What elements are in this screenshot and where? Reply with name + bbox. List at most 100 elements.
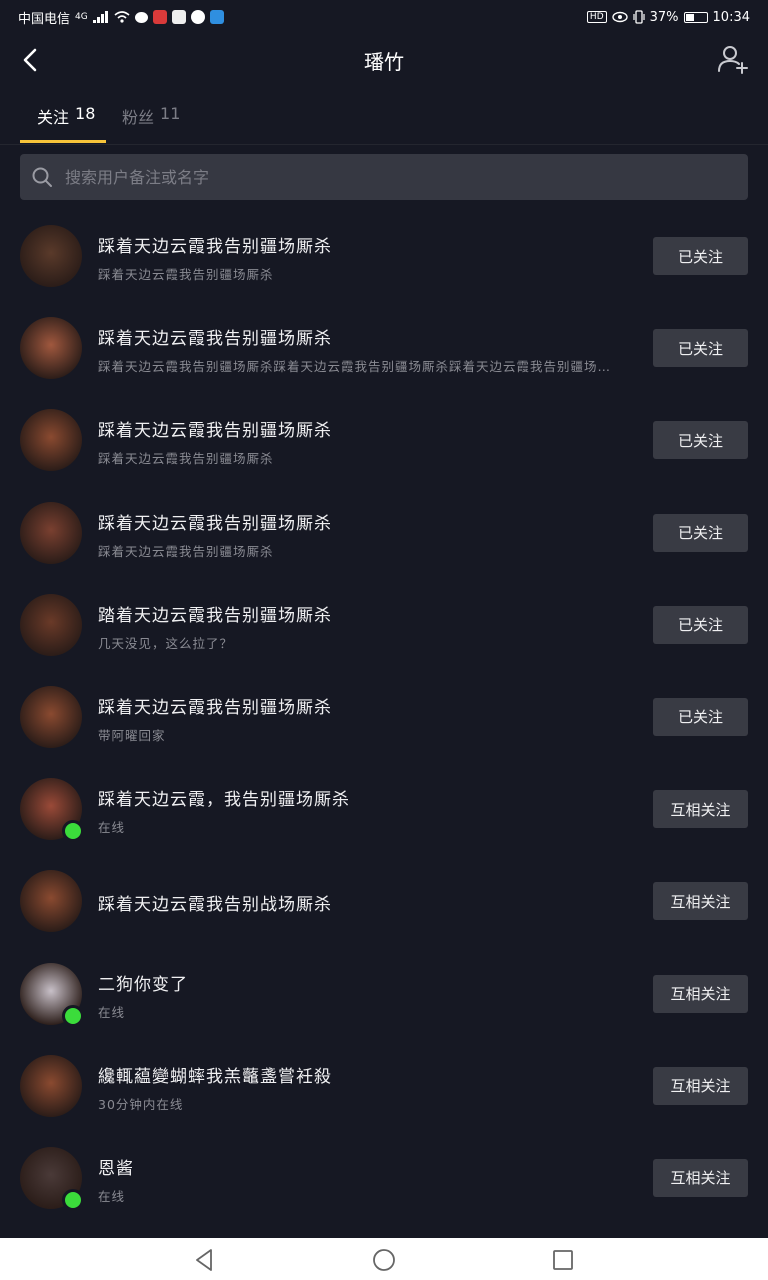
mail-icon — [171, 10, 186, 24]
online-status-dot — [62, 1004, 84, 1027]
online-status-dot — [62, 1188, 84, 1211]
avatar-image — [20, 593, 82, 656]
carrier-label: 中国电信 — [18, 11, 71, 27]
avatar[interactable] — [20, 1054, 82, 1117]
status-bar-left: 中国电信 4G — [18, 8, 224, 27]
avatar[interactable] — [20, 409, 82, 472]
follow-button[interactable]: 互相关注 — [653, 882, 748, 921]
tab-fans-label: 粉丝 — [122, 108, 155, 127]
avatar[interactable] — [20, 962, 84, 1027]
tab-bar: 关注 18 粉丝 11 — [0, 92, 768, 145]
user-name: 踩着天边云霞我告别疆场厮杀 — [98, 329, 332, 350]
avatar-image — [20, 685, 82, 748]
user-row[interactable]: 踩着天边云霞我告别疆场厮杀踩着天边云霞我告别疆场厮杀踩着天边云霞我告别疆场厮杀踩… — [0, 302, 768, 394]
user-row[interactable]: 恩酱在线 互相关注 — [0, 1132, 768, 1224]
signal-icon — [92, 11, 108, 23]
clock: 10:34 — [712, 9, 750, 25]
avatar-image — [20, 317, 82, 380]
user-subtitle: 踩着天边云霞我告别疆场厮杀 — [98, 267, 274, 282]
user-name: 踏着天边云霞我告别疆场厮杀 — [98, 605, 332, 626]
tab-following-label: 关注 — [37, 108, 70, 127]
network-label: 4G — [75, 12, 88, 22]
user-row[interactable]: 踩着天边云霞我告别疆场厮杀 踩着天边云霞我告别疆场厮杀 已关注 — [0, 487, 768, 579]
tab-following-count: 18 — [75, 104, 96, 123]
user-row[interactable]: 踩着天边云霞我告别战场厮杀 互相关注 — [0, 855, 768, 947]
user-name: 纔輒藴變蝴蟀我羔虌盞嘗衽殺 — [98, 1066, 332, 1087]
follow-button[interactable]: 已关注 — [653, 237, 748, 275]
follow-button[interactable]: 互相关注 — [653, 790, 748, 829]
avatar-image — [20, 870, 82, 933]
user-subtitle: 踩着天边云霞我告别疆场厮杀 — [98, 543, 274, 559]
user-subtitle: 在线 — [98, 820, 126, 836]
user-name: 踩着天边云霞我告别战场厮杀 — [98, 895, 332, 916]
avatar-image — [20, 1054, 82, 1117]
tab-following[interactable]: 关注 18 — [37, 104, 95, 128]
chevron-left-icon[interactable] — [16, 44, 48, 76]
search-bar[interactable] — [20, 154, 748, 200]
follow-button[interactable]: 已关注 — [653, 605, 748, 644]
follow-button[interactable]: 已关注 — [653, 329, 748, 368]
user-name: 二狗你变了 — [98, 974, 188, 995]
user-name: 踩着天边云霞，我告别疆场厮杀 — [98, 790, 350, 811]
user-subtitle: 踩着天边云霞我告别疆场厮杀 — [98, 451, 274, 467]
system-nav-bar — [0, 1238, 768, 1280]
search-input[interactable] — [63, 166, 748, 188]
user-list: 踩着天边云霞我告别疆场厮杀 踩着天边云霞我告别疆场厮杀 已关注 踩着天边云霞我告别疆场… — [0, 210, 768, 1224]
follow-button[interactable]: 互相关注 — [653, 1158, 748, 1197]
user-subtitle: 30分钟内在线 — [98, 1096, 184, 1112]
user-subtitle: 几天没见，这么拉了？ — [98, 635, 234, 651]
square-recent-icon[interactable] — [549, 1246, 577, 1274]
user-name: 踩着天边云霞我告别疆场厮杀 — [98, 421, 332, 442]
follow-button[interactable]: 互相关注 — [653, 1066, 748, 1105]
avatar[interactable] — [20, 501, 82, 564]
triangle-back-icon[interactable] — [190, 1246, 218, 1274]
avatar[interactable] — [20, 1146, 84, 1211]
avatar[interactable] — [20, 685, 82, 748]
following-list-screen: 中国电信 4G HD 37% 10:34 璠竹 关注 18 粉丝 11 搜索用户… — [0, 0, 768, 1280]
user-row[interactable]: 踩着天边云霞，我告别疆场厮杀在线 互相关注 — [0, 763, 768, 855]
avatar-image — [20, 501, 82, 564]
app-icon-circle — [190, 10, 205, 24]
tab-active-indicator — [20, 140, 106, 143]
user-row[interactable]: 踏着天边云霞我告别疆场厮杀几天没见，这么拉了？ 已关注 — [0, 579, 768, 671]
user-name: 踩着天边云霞我告别疆场厮杀 — [98, 237, 332, 257]
follow-button[interactable]: 互相关注 — [653, 974, 748, 1013]
user-row[interactable]: 纔輒藴變蝴蟀我羔虌盞嘗衽殺 30分钟内在线 互相关注 — [0, 1040, 768, 1132]
status-bar-right: HD 37% 10:34 — [586, 9, 750, 25]
avatar[interactable] — [20, 778, 84, 843]
user-subtitle: 在线 — [98, 1004, 126, 1020]
follow-button[interactable]: 已关注 — [653, 513, 748, 552]
vibrate-icon — [633, 10, 645, 24]
user-name: 踩着天边云霞我告别疆场厮杀 — [98, 513, 332, 534]
avatar[interactable] — [20, 593, 82, 656]
tab-fans[interactable]: 粉丝 11 — [122, 104, 180, 128]
hd-icon: HD — [586, 11, 607, 23]
user-row[interactable]: 踩着天边云霞我告别疆场厮杀 踩着天边云霞我告别疆场厮杀 已关注 — [0, 210, 768, 302]
user-row[interactable]: 二狗你变了在线 互相关注 — [0, 948, 768, 1040]
eye-icon — [611, 11, 628, 23]
battery-percent: 37% — [649, 9, 679, 25]
avatar[interactable] — [20, 225, 82, 287]
avatar[interactable] — [20, 870, 82, 933]
user-name: 恩酱 — [98, 1158, 134, 1179]
user-subtitle: 在线 — [98, 1188, 126, 1204]
wechat-icon — [134, 11, 148, 23]
follow-button[interactable]: 已关注 — [653, 421, 748, 460]
user-subtitle: 带阿曜回家 — [98, 727, 166, 743]
search-icon — [32, 167, 52, 187]
follow-button[interactable]: 已关注 — [653, 697, 748, 736]
page-title: 璠竹 — [364, 49, 404, 74]
battery-icon — [683, 11, 708, 23]
avatar-image — [20, 409, 82, 472]
online-status-dot — [62, 820, 84, 843]
user-subtitle: 踩着天边云霞我告别疆场厮杀踩着天边云霞我告别疆场厮杀踩着天边云霞我告别疆场… — [98, 359, 612, 375]
wifi-icon — [114, 11, 130, 23]
avatar[interactable] — [20, 317, 82, 380]
add-friend-icon[interactable] — [716, 42, 750, 76]
tab-fans-count: 11 — [160, 104, 181, 123]
top-header: 璠竹 — [0, 34, 768, 86]
user-name: 踩着天边云霞我告别疆场厮杀 — [98, 697, 332, 718]
user-row[interactable]: 踩着天边云霞我告别疆场厮杀带阿曜回家 已关注 — [0, 671, 768, 763]
circle-home-icon[interactable] — [370, 1246, 398, 1274]
user-row[interactable]: 踩着天边云霞我告别疆场厮杀 踩着天边云霞我告别疆场厮杀 已关注 — [0, 394, 768, 486]
